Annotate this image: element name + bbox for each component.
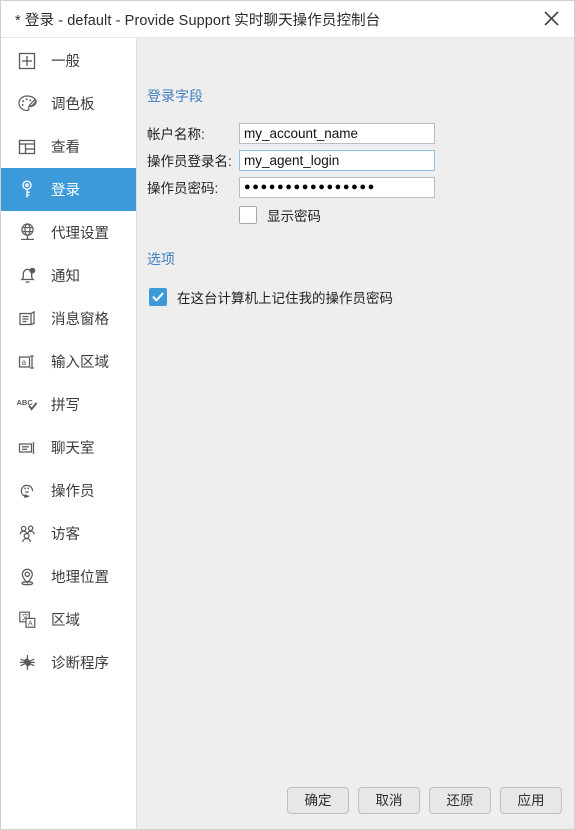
plus-box-icon xyxy=(11,45,43,77)
title-bar: * 登录 - default - Provide Support 实时聊天操作员… xyxy=(1,1,574,38)
sidebar-item-label: 地理位置 xyxy=(51,570,109,586)
sidebar-item-chat-room[interactable]: 聊天室 xyxy=(1,426,136,469)
show-password-label: 显示密码 xyxy=(267,209,321,224)
sidebar-item-visitors[interactable]: 访客 xyxy=(1,512,136,555)
sidebar-item-label: 代理设置 xyxy=(51,226,109,242)
account-name-label: 帐户名称: xyxy=(147,127,205,142)
remember-password-row[interactable]: 在这台计算机上记住我的操作员密码 xyxy=(149,287,393,307)
sidebar-item-label: 拼写 xyxy=(51,398,80,414)
settings-dialog-window: * 登录 - default - Provide Support 实时聊天操作员… xyxy=(0,0,575,830)
sidebar-item-palette[interactable]: 调色板 xyxy=(1,82,136,125)
agent-login-input[interactable] xyxy=(239,149,435,171)
agent-password-label: 操作员密码: xyxy=(147,181,219,196)
visitors-icon xyxy=(11,518,43,550)
account-name-row: 帐户名称: xyxy=(147,122,435,144)
login-fields-section-title: 登录字段 xyxy=(147,88,203,104)
sidebar-item-label: 访客 xyxy=(51,527,80,543)
sidebar-item-proxy-settings[interactable]: 代理设置 xyxy=(1,211,136,254)
agent-login-row: 操作员登录名: xyxy=(147,149,435,171)
settings-main-pane: 登录字段 帐户名称: 操作员登录名: 操作员密码: ●●●●●●●●●●●●●●… xyxy=(137,38,574,829)
remember-password-checkbox[interactable] xyxy=(149,288,167,306)
sidebar-item-input-area[interactable]: a 输入区域 xyxy=(1,340,136,383)
options-section-title: 选项 xyxy=(147,251,175,267)
bell-icon xyxy=(11,260,43,292)
sidebar-item-diagnostics[interactable]: 诊断程序 xyxy=(1,641,136,684)
translate-icon: 文 A xyxy=(11,604,43,636)
close-icon[interactable] xyxy=(528,1,574,36)
sidebar-item-label: 调色板 xyxy=(51,97,95,113)
map-pin-icon xyxy=(11,561,43,593)
sidebar-item-label: 区域 xyxy=(51,613,80,629)
svg-text:a: a xyxy=(22,358,27,367)
sidebar-item-login[interactable]: 登录 xyxy=(1,168,136,211)
layout-panes-icon xyxy=(11,131,43,163)
sidebar-item-label: 消息窗格 xyxy=(51,312,109,328)
agent-login-label: 操作员登录名: xyxy=(147,154,232,169)
agent-password-row: 操作员密码: ●●●●●●●●●●●●●●●● xyxy=(147,176,435,198)
sidebar-item-message-pane[interactable]: 消息窗格 xyxy=(1,297,136,340)
sidebar-item-label: 通知 xyxy=(51,269,80,285)
sidebar-item-locale[interactable]: 文 A 区域 xyxy=(1,598,136,641)
sidebar-item-geolocation[interactable]: 地理位置 xyxy=(1,555,136,598)
sidebar-item-label: 输入区域 xyxy=(51,355,109,371)
show-password-row[interactable]: 显示密码 xyxy=(239,205,321,225)
sidebar-item-spelling[interactable]: ABC 拼写 xyxy=(1,383,136,426)
sidebar-item-label: 操作员 xyxy=(51,484,95,500)
message-pane-icon xyxy=(11,303,43,335)
key-icon xyxy=(11,174,43,206)
sidebar-item-label: 一般 xyxy=(51,54,80,70)
sidebar-item-notifications[interactable]: 通知 xyxy=(1,254,136,297)
headset-agent-icon xyxy=(11,475,43,507)
remember-password-label: 在这台计算机上记住我的操作员密码 xyxy=(177,291,393,306)
svg-text:A: A xyxy=(28,620,33,627)
dialog-footer-buttons: 确定 取消 还原 应用 xyxy=(287,787,562,814)
sidebar-item-label: 聊天室 xyxy=(51,441,95,457)
bug-icon xyxy=(11,647,43,679)
restore-button[interactable]: 还原 xyxy=(429,787,491,814)
agent-password-input[interactable]: ●●●●●●●●●●●●●●●● xyxy=(239,176,435,198)
cancel-button[interactable]: 取消 xyxy=(358,787,420,814)
chat-room-icon xyxy=(11,432,43,464)
window-title: * 登录 - default - Provide Support 实时聊天操作员… xyxy=(15,12,381,29)
sidebar-item-agents[interactable]: 操作员 xyxy=(1,469,136,512)
sidebar-item-label: 查看 xyxy=(51,140,80,156)
ok-button[interactable]: 确定 xyxy=(287,787,349,814)
sidebar-item-label: 诊断程序 xyxy=(51,656,109,672)
palette-icon xyxy=(11,88,43,120)
show-password-checkbox[interactable] xyxy=(239,206,257,224)
dialog-body: 一般 调色板 查看 登录 代理设置 通知 消息窗格 a 输入区域 ABC 拼写 … xyxy=(1,38,574,829)
settings-sidebar: 一般 调色板 查看 登录 代理设置 通知 消息窗格 a 输入区域 ABC 拼写 … xyxy=(1,38,137,829)
sidebar-item-general[interactable]: 一般 xyxy=(1,39,136,82)
account-name-input[interactable] xyxy=(239,122,435,144)
sidebar-item-label: 登录 xyxy=(51,183,80,199)
globe-network-icon xyxy=(11,217,43,249)
apply-button[interactable]: 应用 xyxy=(500,787,562,814)
text-input-icon: a xyxy=(11,346,43,378)
sidebar-item-view[interactable]: 查看 xyxy=(1,125,136,168)
spellcheck-icon: ABC xyxy=(11,389,43,421)
svg-text:ABC: ABC xyxy=(17,398,34,407)
